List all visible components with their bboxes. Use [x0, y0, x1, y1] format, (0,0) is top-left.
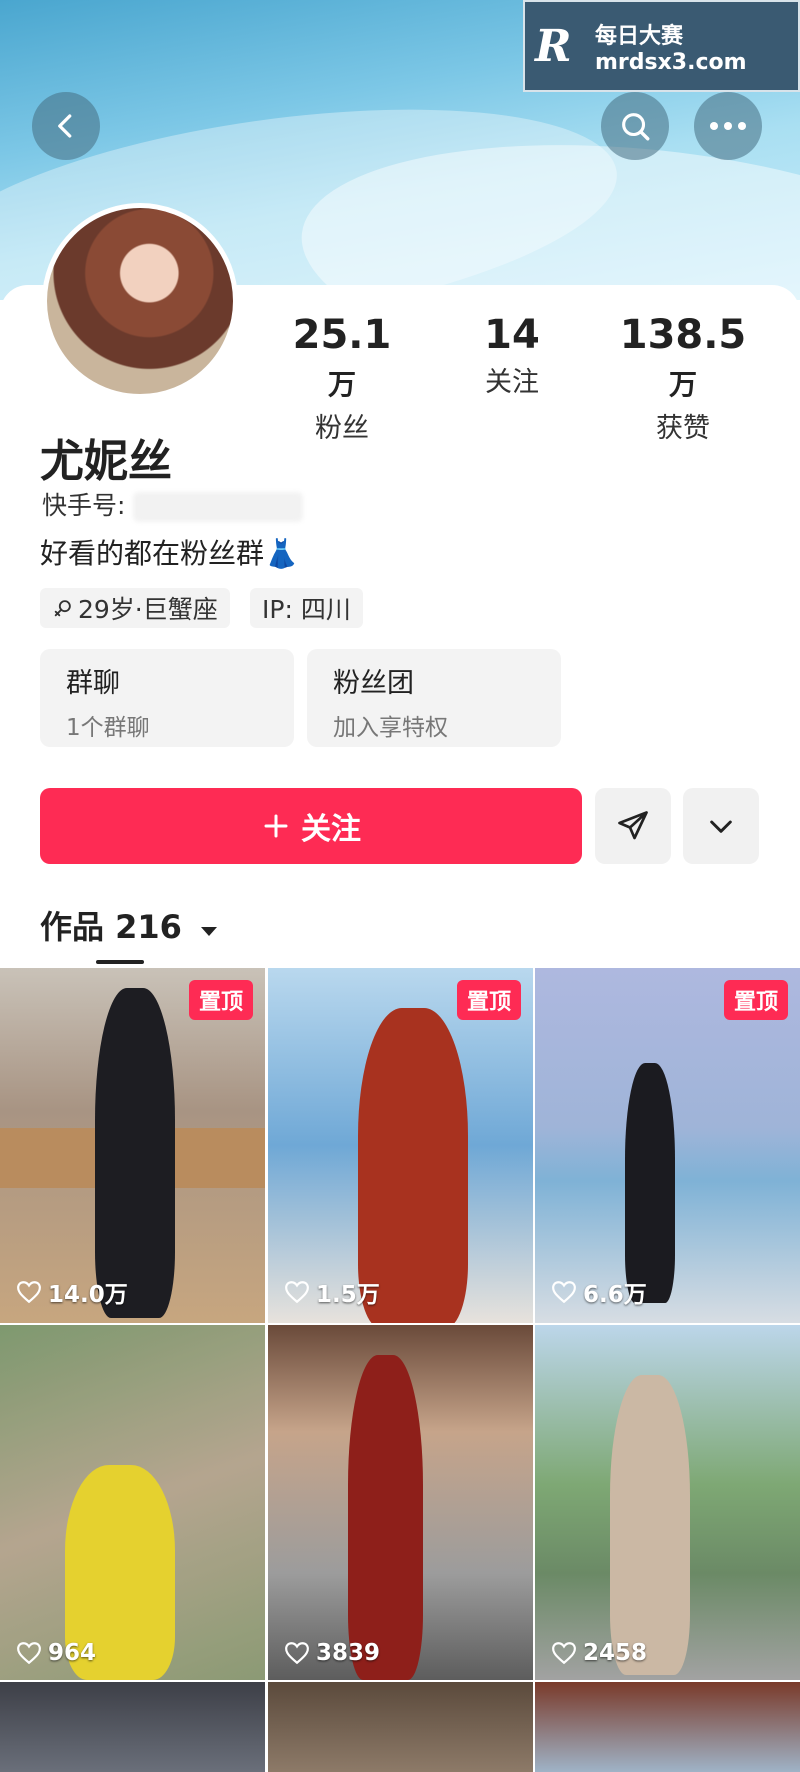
like-count: 2458: [551, 1640, 647, 1666]
stat-fans-value: 25.1: [292, 312, 392, 358]
profile-name: 尤妮丝: [40, 436, 172, 487]
kuaishou-id-label: 快手号:: [42, 491, 126, 520]
thumb-figure: [348, 1355, 423, 1680]
video-tile[interactable]: 2458: [535, 1325, 800, 1680]
watermark-logo: R: [535, 20, 572, 72]
stat-likes-unit: 万: [668, 368, 697, 401]
video-tile[interactable]: [535, 1682, 800, 1772]
like-count: 14.0万: [16, 1275, 128, 1309]
stat-following-label: 关注: [485, 367, 539, 398]
stat-following[interactable]: 14 关注: [452, 312, 572, 399]
tab-works-label: 作品 216: [40, 908, 182, 946]
fan-club-card[interactable]: 粉丝团 加入享特权: [307, 649, 561, 747]
fan-club-sub: 加入享特权: [333, 715, 448, 741]
like-count: 6.6万: [551, 1275, 647, 1309]
heart-icon: [552, 1642, 576, 1665]
group-chat-sub: 1个群聊: [66, 715, 150, 741]
heart-icon: [17, 1642, 41, 1665]
video-tile[interactable]: 置顶 14.0万: [0, 968, 265, 1323]
stat-fans[interactable]: 25.1 万 粉丝: [282, 312, 402, 445]
watermark: R 每日大赛 mrdsx3.com: [523, 0, 800, 92]
like-count: 964: [16, 1640, 96, 1666]
follow-button-label: 关注: [301, 812, 361, 847]
expand-button[interactable]: [683, 788, 759, 864]
video-tile[interactable]: [0, 1682, 265, 1772]
follow-button[interactable]: 关注: [40, 788, 582, 864]
stat-likes[interactable]: 138.5 万 获赞: [608, 312, 758, 445]
video-tile[interactable]: [268, 1682, 533, 1772]
tag-age: 29岁·巨蟹座: [40, 588, 230, 628]
send-icon: [618, 811, 648, 840]
thumb-figure: [610, 1375, 690, 1675]
tab-works-indicator: [96, 960, 144, 964]
stat-following-value: 14: [484, 312, 540, 358]
female-icon: [54, 600, 71, 617]
like-count: 3839: [284, 1640, 380, 1666]
like-count-value: 6.6万: [583, 1282, 647, 1308]
stat-likes-label: 获赞: [656, 413, 710, 444]
like-count-value: 3839: [316, 1640, 381, 1666]
avatar[interactable]: [42, 203, 238, 399]
more-button[interactable]: [694, 92, 762, 160]
tag-ip: IP: 四川: [250, 588, 363, 628]
watermark-cn: 每日大赛: [595, 23, 684, 49]
message-button[interactable]: [595, 788, 671, 864]
back-button[interactable]: [32, 92, 100, 160]
video-tile[interactable]: 3839: [268, 1325, 533, 1680]
like-count-value: 2458: [583, 1640, 648, 1666]
plus-icon: [264, 814, 288, 838]
video-tile[interactable]: 置顶 1.5万: [268, 968, 533, 1323]
stat-likes-value: 138.5: [619, 312, 747, 358]
like-count-value: 1.5万: [316, 1282, 380, 1308]
tab-works[interactable]: 作品 216: [40, 902, 219, 948]
search-button[interactable]: [601, 92, 669, 160]
thumb-figure: [95, 988, 175, 1318]
video-tile[interactable]: 置顶 6.6万: [535, 968, 800, 1323]
fan-club-title: 粉丝团: [333, 668, 414, 699]
pinned-badge: 置顶: [723, 980, 788, 1020]
more-dots-icon: [710, 122, 746, 130]
tag-ip-label: IP: 四川: [262, 595, 351, 624]
heart-icon: [285, 1281, 309, 1304]
thumb-figure: [625, 1063, 675, 1303]
heart-icon: [552, 1281, 576, 1304]
kuaishou-id-value: [133, 492, 304, 522]
like-count-value: 964: [48, 1640, 97, 1666]
heart-icon: [17, 1281, 41, 1304]
pinned-badge: 置顶: [456, 980, 521, 1020]
heart-icon: [285, 1642, 309, 1665]
like-count-value: 14.0万: [48, 1282, 128, 1308]
chevron-down-icon: [710, 820, 732, 833]
chevron-left-icon: [58, 114, 72, 138]
caret-down-icon: [201, 927, 218, 936]
pinned-badge: 置顶: [188, 980, 253, 1020]
profile-bio: 好看的都在粉丝群👗: [40, 537, 299, 570]
search-icon: [622, 113, 650, 141]
video-tile[interactable]: 964: [0, 1325, 265, 1680]
tag-age-label: 29岁·巨蟹座: [78, 595, 218, 624]
group-chat-card[interactable]: 群聊 1个群聊: [40, 649, 294, 747]
stat-fans-label: 粉丝: [315, 413, 369, 444]
watermark-url: mrdsx3.com: [595, 49, 747, 75]
kuaishou-id[interactable]: 快手号:: [42, 486, 304, 522]
like-count: 1.5万: [284, 1275, 380, 1309]
group-chat-title: 群聊: [66, 668, 120, 699]
stat-fans-unit: 万: [327, 368, 356, 401]
